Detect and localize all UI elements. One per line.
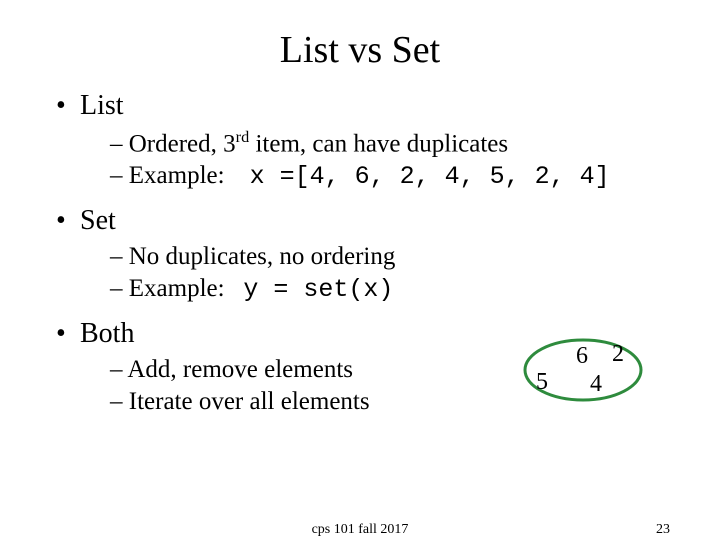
slide: List vs Set •List – Ordered, 3rd item, c…: [0, 0, 720, 540]
set-diagram: 6 2 5 4: [518, 335, 648, 405]
set-sub-noduplicates: – No duplicates, no ordering: [110, 243, 670, 271]
set-value-2: 2: [612, 341, 624, 368]
bullet-set-label: Set: [80, 205, 116, 236]
list-sub-ordered: – Ordered, 3rd item, can have duplicates: [110, 128, 670, 158]
bullet-dot-icon: •: [56, 205, 80, 237]
bullet-list-label: List: [80, 90, 124, 121]
bullet-both-label: Both: [80, 318, 134, 349]
set-value-5: 5: [536, 369, 548, 396]
list-sub1-prefix: Ordered, 3: [129, 130, 236, 157]
footer-course: cps 101 fall 2017: [312, 522, 409, 538]
list-sub1-suffix: item, can have duplicates: [249, 130, 508, 157]
list-sub1-sup: rd: [236, 128, 250, 146]
slide-title: List vs Set: [50, 28, 670, 72]
set-example-label: Example:: [129, 275, 244, 302]
set-sub1-text: No duplicates, no ordering: [129, 243, 396, 270]
footer-page-number: 23: [656, 522, 670, 538]
bullet-set: •Set: [56, 205, 670, 237]
list-example-label: Example:: [129, 162, 250, 189]
both-sub1-text: Add, remove elements: [127, 356, 353, 383]
set-example-code: y = set(x): [243, 275, 393, 304]
set-sub-example: – Example: y = set(x): [110, 275, 670, 304]
set-value-4: 4: [590, 371, 602, 398]
bullet-list: •List: [56, 90, 670, 122]
list-example-code: x =[4, 6, 2, 4, 5, 2, 4]: [250, 162, 610, 191]
both-sub2-text: Iterate over all elements: [129, 388, 370, 415]
set-value-6: 6: [576, 343, 588, 370]
bullet-dot-icon: •: [56, 318, 80, 350]
list-sub-example: – Example: x =[4, 6, 2, 4, 5, 2, 4]: [110, 162, 670, 191]
bullet-dot-icon: •: [56, 90, 80, 122]
